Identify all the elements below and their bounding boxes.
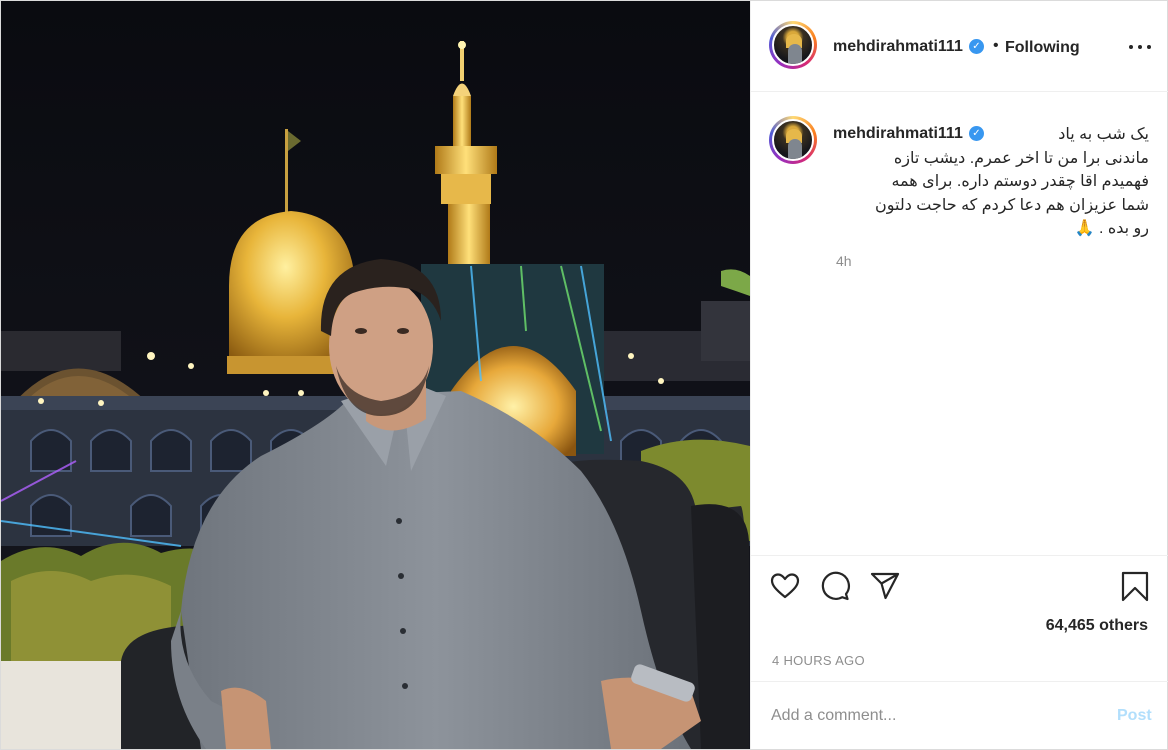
caption-line: شما عزیزان هم دعا کردم که حاجت دلتون [874,196,1149,214]
avatar-image [772,119,814,161]
caption-text: یک شب به یاد ماندنی برا من تا اخر عمرم. … [831,123,1149,241]
verified-badge-icon: ✓ [969,39,984,54]
post-photo[interactable] [1,1,750,749]
separator-dot: • [993,37,999,54]
likes-count[interactable]: 64,465 others [1046,617,1148,635]
more-dot [1147,45,1151,49]
caption-line: یک شب به یاد [1058,126,1149,143]
comment-icon[interactable] [819,570,851,602]
share-icon[interactable] [869,570,901,602]
post-side-panel: mehdirahmati111 ✓ • Following mehdirahma… [750,1,1168,749]
caption-line: ماندنی برا من تا اخر عمرم. دیشب تازه [893,149,1149,167]
post-dialog: mehdirahmati111 ✓ • Following mehdirahma… [0,0,1168,750]
caption-line: رو بده . 🙏 [1074,220,1149,237]
caption-timestamp[interactable]: 4h [836,253,852,269]
avatar-person [788,139,802,159]
bookmark-icon[interactable] [1119,570,1151,602]
post-actions: 64,465 others 4 HOURS AGO [751,555,1168,681]
post-timestamp[interactable]: 4 HOURS AGO [772,653,865,668]
caption-line: فهمیدم اقا چقدر دوستم داره. برای همه [891,173,1149,190]
comment-bar: Post [751,681,1168,749]
post-header: mehdirahmati111 ✓ • Following [751,1,1168,92]
photo-illustration [1,1,750,749]
header-username[interactable]: mehdirahmati111 [833,38,963,56]
post-comment-button[interactable]: Post [1117,707,1152,725]
header-avatar[interactable] [769,21,817,69]
caption-avatar[interactable] [769,116,817,164]
more-dot [1138,45,1142,49]
heart-icon[interactable] [769,570,801,602]
avatar-person [788,44,802,64]
more-options-icon[interactable] [1126,33,1154,61]
more-dot [1129,45,1133,49]
following-button[interactable]: Following [1005,39,1080,57]
comment-input[interactable] [771,704,1091,728]
avatar-image [772,24,814,66]
